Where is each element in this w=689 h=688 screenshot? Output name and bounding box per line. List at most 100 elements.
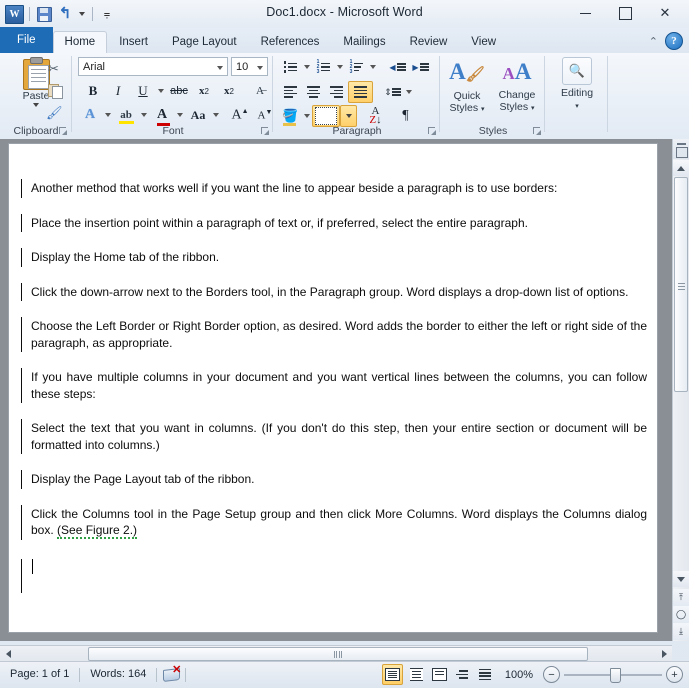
italic-button[interactable]: I bbox=[106, 81, 130, 101]
zoom-slider[interactable] bbox=[564, 667, 662, 683]
empty-paragraph-with-border[interactable] bbox=[21, 557, 647, 595]
vertical-scrollbar[interactable]: ⤒ ◯ ⤓ bbox=[672, 139, 689, 641]
print-layout-view-button[interactable] bbox=[381, 664, 403, 685]
font-color-button[interactable]: A bbox=[150, 105, 174, 126]
previous-page-button[interactable]: ⤒ bbox=[673, 589, 689, 606]
tab-insert[interactable]: Insert bbox=[107, 31, 160, 53]
outline-view-button[interactable] bbox=[453, 665, 472, 684]
grammar-error-text[interactable]: (See Figure 2.) bbox=[57, 523, 138, 539]
paragraph-dialog-launcher-icon[interactable] bbox=[428, 127, 437, 136]
minimize-button[interactable] bbox=[565, 2, 605, 24]
bullets-button[interactable] bbox=[279, 57, 302, 77]
decrease-indent-button[interactable]: ◀ bbox=[386, 57, 409, 77]
styles-dialog-launcher-icon[interactable] bbox=[533, 127, 542, 136]
change-case-dropdown-icon[interactable] bbox=[213, 113, 219, 117]
copy-icon[interactable] bbox=[48, 84, 63, 99]
horizontal-scrollbar-thumb[interactable] bbox=[88, 647, 588, 661]
line-spacing-button[interactable]: ⇕ bbox=[381, 82, 404, 102]
align-center-button[interactable] bbox=[302, 82, 325, 102]
document-paragraph[interactable]: Display the Home tab of the ribbon. bbox=[21, 248, 647, 266]
draft-view-button[interactable] bbox=[476, 665, 495, 684]
font-color-dropdown-icon[interactable] bbox=[177, 113, 183, 117]
shading-button[interactable]: 🪣 bbox=[279, 106, 302, 126]
font-dialog-launcher-icon[interactable] bbox=[261, 127, 270, 136]
tab-file[interactable]: File bbox=[0, 27, 53, 53]
show-marks-button[interactable]: ¶ bbox=[394, 106, 417, 126]
paste-dropdown-icon[interactable] bbox=[33, 103, 39, 107]
document-content[interactable]: Another method that works well if you wa… bbox=[21, 179, 647, 595]
font-name-dropdown-icon[interactable] bbox=[217, 66, 223, 70]
format-painter-icon[interactable]: 🖌 bbox=[46, 105, 63, 121]
change-styles-button[interactable]: AA Change Styles ▾ bbox=[493, 57, 541, 115]
document-paragraph-with-grammar-error[interactable]: Click the Columns tool in the Page Setup… bbox=[21, 504, 647, 540]
editing-button[interactable]: 🔍 Editing ▾ bbox=[554, 57, 600, 113]
strikethrough-button[interactable]: abc bbox=[167, 81, 191, 101]
tab-home[interactable]: Home bbox=[52, 31, 108, 53]
clipboard-dialog-launcher-icon[interactable] bbox=[59, 127, 68, 136]
numbering-dropdown-icon[interactable] bbox=[337, 65, 343, 69]
sort-button[interactable]: A Z↓ bbox=[364, 106, 387, 126]
scroll-down-button[interactable] bbox=[673, 571, 689, 587]
zoom-out-button[interactable]: − bbox=[543, 666, 560, 683]
zoom-level-label[interactable]: 100% bbox=[499, 669, 539, 681]
align-right-button[interactable] bbox=[325, 82, 348, 102]
document-paragraph[interactable]: Select the text that you want in columns… bbox=[21, 419, 647, 454]
tab-view[interactable]: View bbox=[459, 31, 508, 53]
clear-formatting-button[interactable]: A̶ bbox=[248, 81, 272, 101]
bullets-dropdown-icon[interactable] bbox=[304, 65, 310, 69]
help-icon[interactable]: ? bbox=[665, 32, 683, 50]
document-area[interactable]: Another method that works well if you wa… bbox=[0, 139, 689, 641]
borders-button[interactable] bbox=[312, 105, 340, 127]
cut-icon[interactable]: ✂ bbox=[48, 61, 59, 77]
font-size-combobox[interactable]: 10 bbox=[231, 57, 268, 76]
underline-button[interactable]: U bbox=[131, 81, 155, 101]
multilevel-list-dropdown-icon[interactable] bbox=[370, 65, 376, 69]
document-paragraph[interactable]: Place the insertion point within a parag… bbox=[21, 213, 647, 232]
grow-font-button[interactable]: A▲ bbox=[228, 105, 252, 125]
line-spacing-dropdown-icon[interactable] bbox=[406, 90, 412, 94]
close-button[interactable]: ✕ bbox=[645, 2, 685, 24]
tab-references[interactable]: References bbox=[249, 31, 332, 53]
vertical-scrollbar-thumb[interactable] bbox=[674, 177, 688, 392]
tab-mailings[interactable]: Mailings bbox=[331, 31, 397, 53]
borders-dropdown-icon[interactable] bbox=[340, 105, 357, 127]
document-paragraph[interactable]: If you have multiple columns in your doc… bbox=[21, 368, 647, 403]
next-page-button[interactable]: ⤓ bbox=[673, 623, 689, 640]
bold-button[interactable]: B bbox=[81, 81, 105, 101]
document-paragraph[interactable]: Choose the Left Border or Right Border o… bbox=[21, 317, 647, 352]
underline-dropdown-icon[interactable] bbox=[158, 89, 164, 93]
split-window-button[interactable] bbox=[673, 139, 689, 159]
editing-dropdown-icon[interactable]: ▾ bbox=[554, 99, 600, 113]
multilevel-list-button[interactable]: 123 bbox=[345, 57, 368, 77]
text-highlight-dropdown-icon[interactable] bbox=[141, 113, 147, 117]
scroll-up-button[interactable] bbox=[673, 160, 689, 176]
shading-dropdown-icon[interactable] bbox=[304, 114, 310, 118]
tab-review[interactable]: Review bbox=[398, 31, 460, 53]
align-left-button[interactable] bbox=[279, 82, 302, 102]
justify-button[interactable] bbox=[348, 81, 373, 103]
maximize-button[interactable] bbox=[605, 2, 645, 24]
font-size-dropdown-icon[interactable] bbox=[257, 66, 263, 70]
text-highlight-color-button[interactable]: ab bbox=[114, 105, 138, 125]
proofing-errors-icon[interactable]: ✕ bbox=[157, 662, 185, 687]
document-paragraph[interactable]: Another method that works well if you wa… bbox=[21, 179, 647, 197]
increase-indent-button[interactable]: ▶ bbox=[409, 57, 432, 77]
text-effects-dropdown-icon[interactable] bbox=[105, 113, 111, 117]
full-screen-reading-view-button[interactable] bbox=[407, 665, 426, 684]
select-browse-object-button[interactable]: ◯ bbox=[673, 606, 689, 623]
page-indicator[interactable]: Page: 1 of 1 bbox=[0, 662, 79, 687]
change-case-button[interactable]: Aa bbox=[186, 105, 210, 125]
numbering-button[interactable]: 123 bbox=[312, 57, 335, 77]
text-effects-button[interactable]: A bbox=[78, 105, 102, 125]
word-count-indicator[interactable]: Words: 164 bbox=[80, 662, 156, 687]
zoom-in-button[interactable]: + bbox=[666, 666, 683, 683]
superscript-button[interactable]: x2 bbox=[217, 81, 241, 101]
font-name-combobox[interactable]: Arial bbox=[78, 57, 228, 76]
horizontal-scrollbar[interactable] bbox=[0, 645, 672, 662]
scroll-left-button[interactable] bbox=[0, 646, 16, 662]
tab-page-layout[interactable]: Page Layout bbox=[160, 31, 249, 53]
subscript-button[interactable]: x2 bbox=[192, 81, 216, 101]
document-paragraph[interactable]: Click the down-arrow next to the Borders… bbox=[21, 282, 647, 301]
web-layout-view-button[interactable] bbox=[430, 665, 449, 684]
document-paragraph[interactable]: Display the Page Layout tab of the ribbo… bbox=[21, 470, 647, 488]
